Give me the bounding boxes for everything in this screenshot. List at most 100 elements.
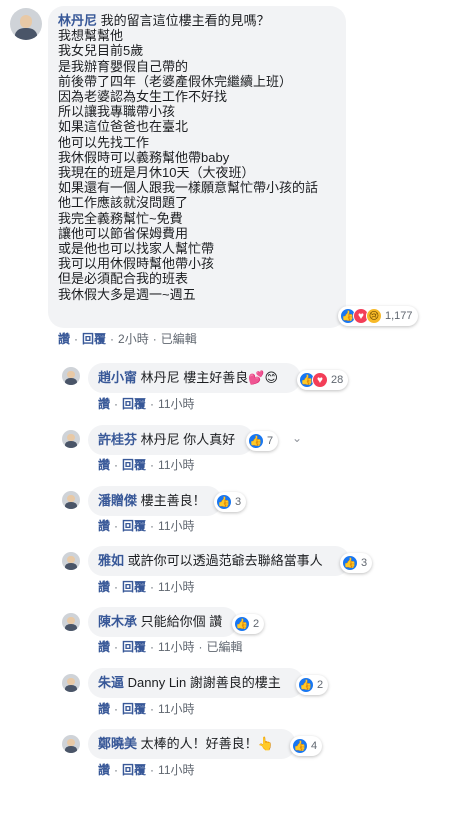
reply-text: 潘贈傑 樓主善良！ xyxy=(98,493,206,509)
reaction-count: 2 xyxy=(253,618,260,630)
like-icon: 👍 xyxy=(248,433,264,449)
reply-author[interactable]: 朱逼 xyxy=(98,675,124,690)
separator: · xyxy=(114,763,119,777)
avatar[interactable] xyxy=(62,367,80,385)
comment-author[interactable]: 林丹尼 xyxy=(58,13,97,28)
timestamp[interactable]: 11小時 xyxy=(158,763,194,777)
separator: · xyxy=(114,458,119,472)
reply-author[interactable]: 鄭曉美 xyxy=(98,736,137,751)
reply-actions: 讚 · 回覆 · 11小時 xyxy=(98,517,195,534)
like-button[interactable]: 讚 xyxy=(58,332,70,346)
avatar[interactable] xyxy=(62,613,80,631)
reaction-summary[interactable]: 👍 7 xyxy=(246,431,279,451)
reply-text: 朱逼 Danny Lin 謝謝善良的樓主 xyxy=(98,675,281,691)
like-button[interactable]: 讚 xyxy=(98,640,110,654)
reply-author[interactable]: 潘贈傑 xyxy=(98,493,137,508)
separator: · xyxy=(152,332,157,346)
timestamp[interactable]: 2小時 xyxy=(118,332,149,346)
reply-actions: 讚 · 回覆 · 11小時 xyxy=(98,700,195,717)
reply-button[interactable]: 回覆 xyxy=(122,519,146,533)
reply-author[interactable]: 趙小甯 xyxy=(98,370,137,385)
reply-text: 陳木承 只能給你個 讚 xyxy=(98,614,222,630)
reply-author[interactable]: 許桂芬 xyxy=(98,432,137,447)
reply-bubble: 趙小甯 林丹尼 樓主好善良💕😊 xyxy=(88,363,301,393)
like-icon: 👍 xyxy=(342,555,358,571)
timestamp[interactable]: 11小時 xyxy=(158,397,194,411)
timestamp[interactable]: 11小時 xyxy=(158,702,194,716)
reply-button[interactable]: 回覆 xyxy=(122,640,146,654)
reply-button[interactable]: 回覆 xyxy=(122,580,146,594)
reaction-summary[interactable]: 👍 2 xyxy=(296,675,329,695)
reply-body: 林丹尼 你人真好 xyxy=(140,432,236,447)
like-icon: 👍 xyxy=(234,616,250,632)
timestamp[interactable]: 11小時 xyxy=(158,519,194,533)
separator: · xyxy=(114,519,119,533)
reply-body: 太棒的人！好善良！ xyxy=(140,736,258,751)
reply-actions: 讚 · 回覆 · 11小時 xyxy=(98,456,195,473)
reply-button[interactable]: 回覆 xyxy=(122,702,146,716)
avatar-body xyxy=(64,441,78,448)
like-icon: 👍 xyxy=(292,738,308,754)
reply-button[interactable]: 回覆 xyxy=(122,397,146,411)
separator: · xyxy=(150,519,155,533)
avatar-face xyxy=(67,616,75,625)
avatar-body xyxy=(64,378,78,385)
edited-label[interactable]: 已編輯 xyxy=(207,640,243,654)
avatar-face xyxy=(19,15,33,28)
avatar[interactable] xyxy=(10,8,42,40)
reply-emoji: 💕😊 xyxy=(248,370,279,385)
like-button[interactable]: 讚 xyxy=(98,397,110,411)
avatar-face xyxy=(67,370,75,379)
reaction-summary[interactable]: 👍 3 xyxy=(340,553,373,573)
reply-text: 雅如 或許你可以透過范爺去聯絡當事人 xyxy=(98,553,323,569)
reaction-count: 7 xyxy=(267,435,274,447)
reply-button[interactable]: 回覆 xyxy=(122,763,146,777)
reaction-summary[interactable]: 👍 ♥ 28 xyxy=(297,370,349,390)
reply-body: 或許你可以透過范爺去聯絡當事人 xyxy=(127,553,323,568)
edited-label[interactable]: 已編輯 xyxy=(161,332,197,346)
reply-actions: 讚 · 回覆 · 11小時 xyxy=(98,761,195,778)
timestamp[interactable]: 11小時 xyxy=(158,640,194,654)
reaction-count: 28 xyxy=(331,374,344,386)
avatar[interactable] xyxy=(62,430,80,448)
reaction-summary[interactable]: 👍 2 xyxy=(232,614,265,634)
reply-bubble: 鄭曉美 太棒的人！好善良！👆 xyxy=(88,729,296,759)
reaction-summary[interactable]: 👍 3 xyxy=(214,492,247,512)
reply-actions: 讚 · 回覆 · 11小時 · 已編輯 xyxy=(98,638,243,655)
like-button[interactable]: 讚 xyxy=(98,458,110,472)
timestamp[interactable]: 11小時 xyxy=(158,580,194,594)
separator: · xyxy=(110,332,115,346)
comment-text: 林丹尼 我的留言這位樓主看的見嗎？ 我想幫幫他 我女兒目前5歲 是我辦育嬰假自己… xyxy=(58,13,338,302)
avatar[interactable] xyxy=(62,735,80,753)
avatar[interactable] xyxy=(62,674,80,692)
reply-author[interactable]: 雅如 xyxy=(98,553,124,568)
separator: · xyxy=(114,397,119,411)
separator: · xyxy=(150,458,155,472)
chevron-down-icon[interactable]: ⌄ xyxy=(292,431,302,445)
avatar-face xyxy=(67,555,75,564)
reply-button[interactable]: 回覆 xyxy=(122,458,146,472)
avatar-body xyxy=(64,624,78,631)
reaction-summary[interactable]: 👍 4 xyxy=(290,736,323,756)
timestamp[interactable]: 11小時 xyxy=(158,458,194,472)
reply-text: 趙小甯 林丹尼 樓主好善良💕😊 xyxy=(98,370,278,386)
reply-button[interactable]: 回覆 xyxy=(82,332,106,346)
like-icon: 👍 xyxy=(298,677,314,693)
reply-author[interactable]: 陳木承 xyxy=(98,614,137,629)
sad-icon: 😢 xyxy=(366,308,382,324)
avatar-body xyxy=(64,563,78,570)
like-button[interactable]: 讚 xyxy=(98,763,110,777)
like-button[interactable]: 讚 xyxy=(98,702,110,716)
reaction-count: 2 xyxy=(317,679,324,691)
avatar[interactable] xyxy=(62,552,80,570)
like-button[interactable]: 讚 xyxy=(98,580,110,594)
reaction-count: 1,177 xyxy=(385,310,413,322)
separator: · xyxy=(150,640,155,654)
reaction-summary[interactable]: 👍 ♥ 😢 1,177 xyxy=(338,306,418,326)
reply-bubble: 朱逼 Danny Lin 謝謝善良的樓主 xyxy=(88,668,304,698)
like-button[interactable]: 讚 xyxy=(98,519,110,533)
reply-body: Danny Lin 謝謝善良的樓主 xyxy=(127,675,281,690)
reply-actions: 讚 · 回覆 · 11小時 xyxy=(98,395,195,412)
separator: · xyxy=(114,580,119,594)
avatar[interactable] xyxy=(62,491,80,509)
